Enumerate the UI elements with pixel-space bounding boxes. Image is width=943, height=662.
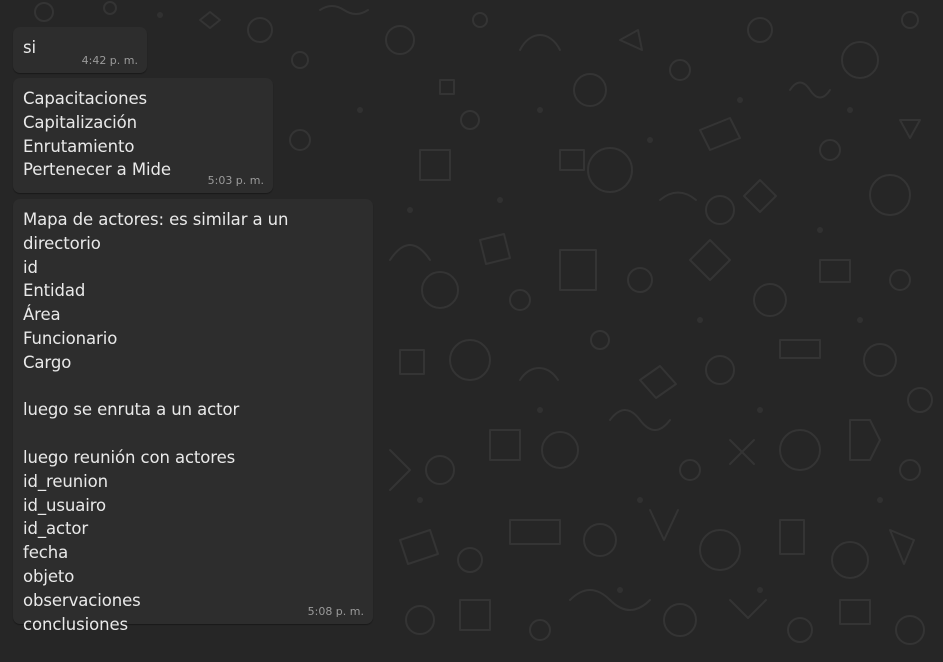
message-bubble[interactable]: Mapa de actores: es similar a un directo… xyxy=(13,199,373,634)
message-text: Mapa de actores: es similar a un directo… xyxy=(23,210,289,634)
chat-message-list[interactable]: si 4:42 p. m. Capacitaciones Capitalizac… xyxy=(0,0,943,662)
message-timestamp: 4:42 p. m. xyxy=(81,54,138,67)
message-timestamp: 5:03 p. m. xyxy=(207,174,264,187)
message-bubble[interactable]: si 4:42 p. m. xyxy=(13,27,147,73)
message-timestamp: 5:08 p. m. xyxy=(307,605,364,618)
message-bubble[interactable]: Capacitaciones Capitalización Enrutamien… xyxy=(13,78,273,193)
message-text: Capacitaciones Capitalización Enrutamien… xyxy=(23,89,171,180)
